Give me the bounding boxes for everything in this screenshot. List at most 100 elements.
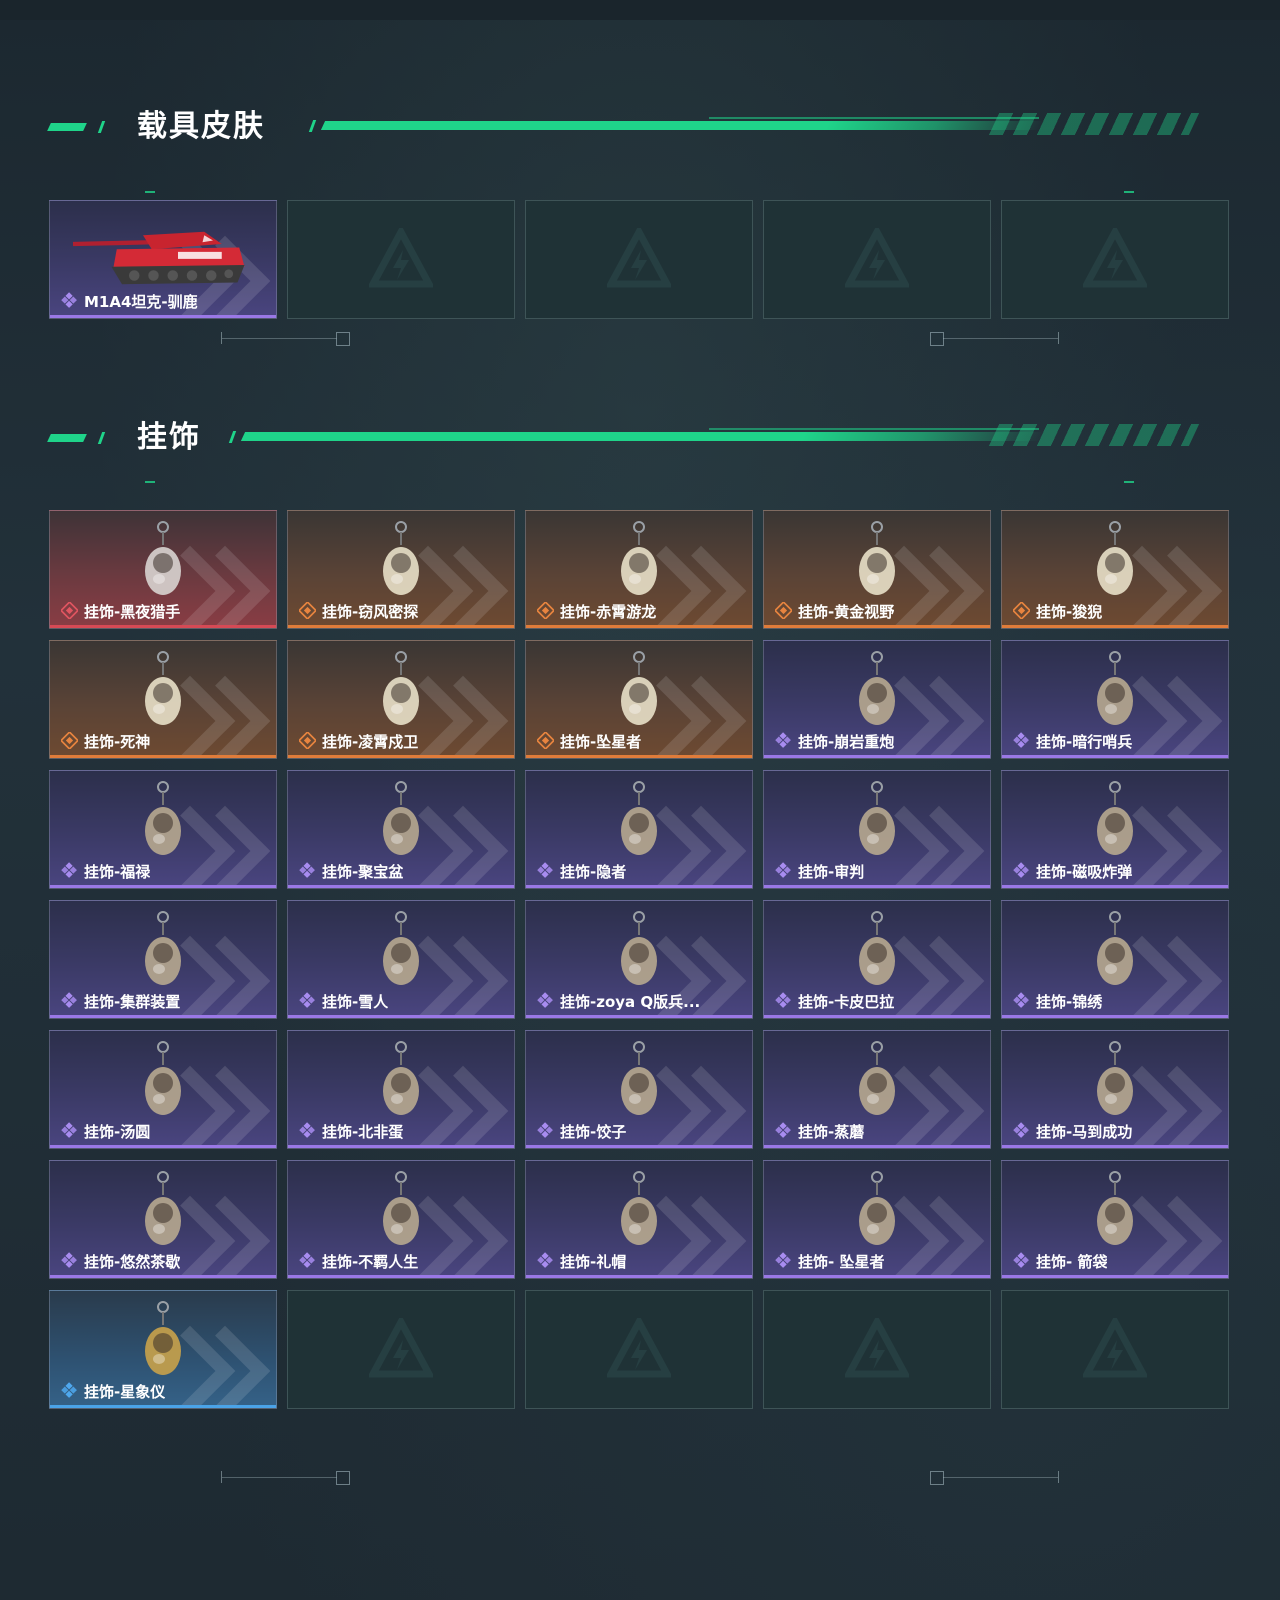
section-header-charms: 挂饰 bbox=[47, 418, 1209, 458]
placeholder-logo-icon bbox=[845, 1317, 909, 1377]
card-label: 挂饰-窃风密探 bbox=[322, 603, 419, 621]
ruler-line bbox=[222, 338, 337, 339]
charm-card[interactable]: 挂饰-死神 bbox=[49, 640, 277, 759]
header-thin-line bbox=[709, 428, 1039, 430]
charm-card[interactable]: 挂饰-饺子 bbox=[525, 1030, 753, 1149]
card-label: 挂饰-雪人 bbox=[322, 993, 389, 1011]
rarity-diamond-icon bbox=[61, 1382, 77, 1398]
rarity-stripe bbox=[288, 1145, 514, 1148]
plate-charm-icon bbox=[621, 1041, 657, 1115]
card-charm-icon bbox=[621, 781, 657, 855]
charm-card[interactable]: 挂饰-狻猊 bbox=[1001, 510, 1229, 629]
charm-card[interactable]: 挂饰-汤圆 bbox=[49, 1030, 277, 1149]
charm-card[interactable]: 挂饰-暗行哨兵 bbox=[1001, 640, 1229, 759]
hat-charm-icon bbox=[621, 1171, 657, 1245]
charm-card[interactable]: 挂饰-黄金视野 bbox=[763, 510, 991, 629]
charm-card[interactable]: 挂饰- 坠星者 bbox=[763, 1160, 991, 1279]
charm-card[interactable]: 挂饰-悠然茶歇 bbox=[49, 1160, 277, 1279]
vehicle-grid: M1A4坦克-驯鹿 bbox=[49, 200, 1229, 319]
charm-card[interactable]: 挂饰-北非蛋 bbox=[287, 1030, 515, 1149]
rarity-stripe bbox=[526, 885, 752, 888]
charm-card[interactable]: 挂饰-聚宝盆 bbox=[287, 770, 515, 889]
pyramid-charm-icon bbox=[859, 1171, 895, 1245]
card-label: 挂饰-狻猊 bbox=[1036, 603, 1103, 621]
charm-card[interactable]: 挂饰-隐者 bbox=[525, 770, 753, 889]
empty-slot bbox=[1001, 200, 1229, 319]
rarity-diamond-icon bbox=[61, 1252, 77, 1268]
charm-card[interactable]: 挂饰-黑夜猎手 bbox=[49, 510, 277, 629]
marker bbox=[1124, 481, 1134, 483]
card-charm-icon bbox=[859, 781, 895, 855]
bowl-charm-icon bbox=[145, 1041, 181, 1115]
charm-card[interactable]: 挂饰-窃风密探 bbox=[287, 510, 515, 629]
section-header-vehicle: 载具皮肤 bbox=[47, 107, 1209, 147]
empty-slot bbox=[287, 200, 515, 319]
charm-card[interactable]: 挂饰-礼帽 bbox=[525, 1160, 753, 1279]
tank-icon bbox=[72, 231, 245, 285]
rarity-diamond-icon bbox=[1013, 602, 1030, 619]
header-checker bbox=[988, 424, 1200, 446]
astrolabe-charm-icon bbox=[145, 1301, 181, 1375]
charm-card[interactable]: 挂饰- 箭袋 bbox=[1001, 1160, 1229, 1279]
charm-card[interactable]: 挂饰-zoya Q版兵... bbox=[525, 900, 753, 1019]
rarity-stripe bbox=[764, 755, 990, 758]
rarity-diamond-icon bbox=[775, 1122, 791, 1138]
dragon-charm-icon bbox=[621, 521, 657, 595]
charm-card[interactable]: 挂饰-崩岩重炮 bbox=[763, 640, 991, 759]
rarity-stripe bbox=[50, 1015, 276, 1018]
charm-card[interactable]: 挂饰-卡皮巴拉 bbox=[763, 900, 991, 1019]
placeholder-logo-icon bbox=[607, 227, 671, 287]
header-dash bbox=[47, 434, 87, 442]
rabbit-charm-icon bbox=[383, 521, 419, 595]
charm-card[interactable]: 挂饰-马到成功 bbox=[1001, 1030, 1229, 1149]
charm-card[interactable]: 挂饰-雪人 bbox=[287, 900, 515, 1019]
card-label: 挂饰-马到成功 bbox=[1036, 1123, 1133, 1141]
vehicle-skin-card[interactable]: M1A4坦克-驯鹿 bbox=[49, 200, 277, 319]
wolf-charm-icon bbox=[145, 521, 181, 595]
rarity-stripe bbox=[764, 885, 990, 888]
rarity-stripe bbox=[1002, 625, 1228, 628]
rarity-diamond-icon bbox=[775, 1252, 791, 1268]
rarity-diamond-icon bbox=[61, 602, 78, 619]
empty-slot bbox=[287, 1290, 515, 1409]
charm-card[interactable]: 挂饰-蒸蘑 bbox=[763, 1030, 991, 1149]
empty-slot bbox=[763, 200, 991, 319]
empty-slot bbox=[763, 1290, 991, 1409]
charm-card[interactable]: 挂饰-不羁人生 bbox=[287, 1160, 515, 1279]
bomb-charm-icon bbox=[1097, 781, 1133, 855]
rarity-diamond-icon bbox=[775, 602, 792, 619]
charm-card[interactable]: 挂饰-锦绣 bbox=[1001, 900, 1229, 1019]
rarity-diamond-icon bbox=[61, 992, 77, 1008]
rarity-diamond-icon bbox=[299, 602, 316, 619]
rarity-stripe bbox=[50, 1275, 276, 1278]
card-label: 挂饰- 坠星者 bbox=[798, 1253, 885, 1271]
rarity-stripe bbox=[526, 755, 752, 758]
charm-card[interactable]: 挂饰-赤霄游龙 bbox=[525, 510, 753, 629]
charm-card[interactable]: 挂饰-审判 bbox=[763, 770, 991, 889]
charm-card[interactable]: 挂饰-磁吸炸弹 bbox=[1001, 770, 1229, 889]
card-label: 挂饰-死神 bbox=[84, 733, 151, 751]
card-label: 挂饰-暗行哨兵 bbox=[1036, 733, 1133, 751]
charm-card[interactable]: 挂饰-坠星者 bbox=[525, 640, 753, 759]
charm-card[interactable]: 挂饰-星象仪 bbox=[49, 1290, 277, 1409]
header-bar bbox=[240, 432, 1046, 441]
ruler-line bbox=[943, 338, 1058, 339]
sneaker-charm-icon bbox=[383, 1171, 419, 1245]
rarity-diamond-icon bbox=[299, 1252, 315, 1268]
placeholder-logo-icon bbox=[369, 227, 433, 287]
rarity-stripe bbox=[764, 1015, 990, 1018]
card-label: 挂饰-福禄 bbox=[84, 863, 151, 881]
rarity-stripe bbox=[50, 315, 276, 318]
card-label: 挂饰-礼帽 bbox=[560, 1253, 627, 1271]
rarity-stripe bbox=[50, 625, 276, 628]
header-thin-line bbox=[709, 117, 1039, 119]
charm-card[interactable]: 挂饰-福禄 bbox=[49, 770, 277, 889]
card-label: 挂饰-悠然茶歇 bbox=[84, 1253, 181, 1271]
charm-card[interactable]: 挂饰-凌霄戍卫 bbox=[287, 640, 515, 759]
ruler-tick bbox=[1058, 1471, 1059, 1483]
charm-card[interactable]: 挂饰-集群装置 bbox=[49, 900, 277, 1019]
rarity-diamond-icon bbox=[537, 992, 553, 1008]
ruler-tick bbox=[1058, 332, 1059, 344]
card-label: 挂饰-黑夜猎手 bbox=[84, 603, 181, 621]
empty-slot bbox=[1001, 1290, 1229, 1409]
